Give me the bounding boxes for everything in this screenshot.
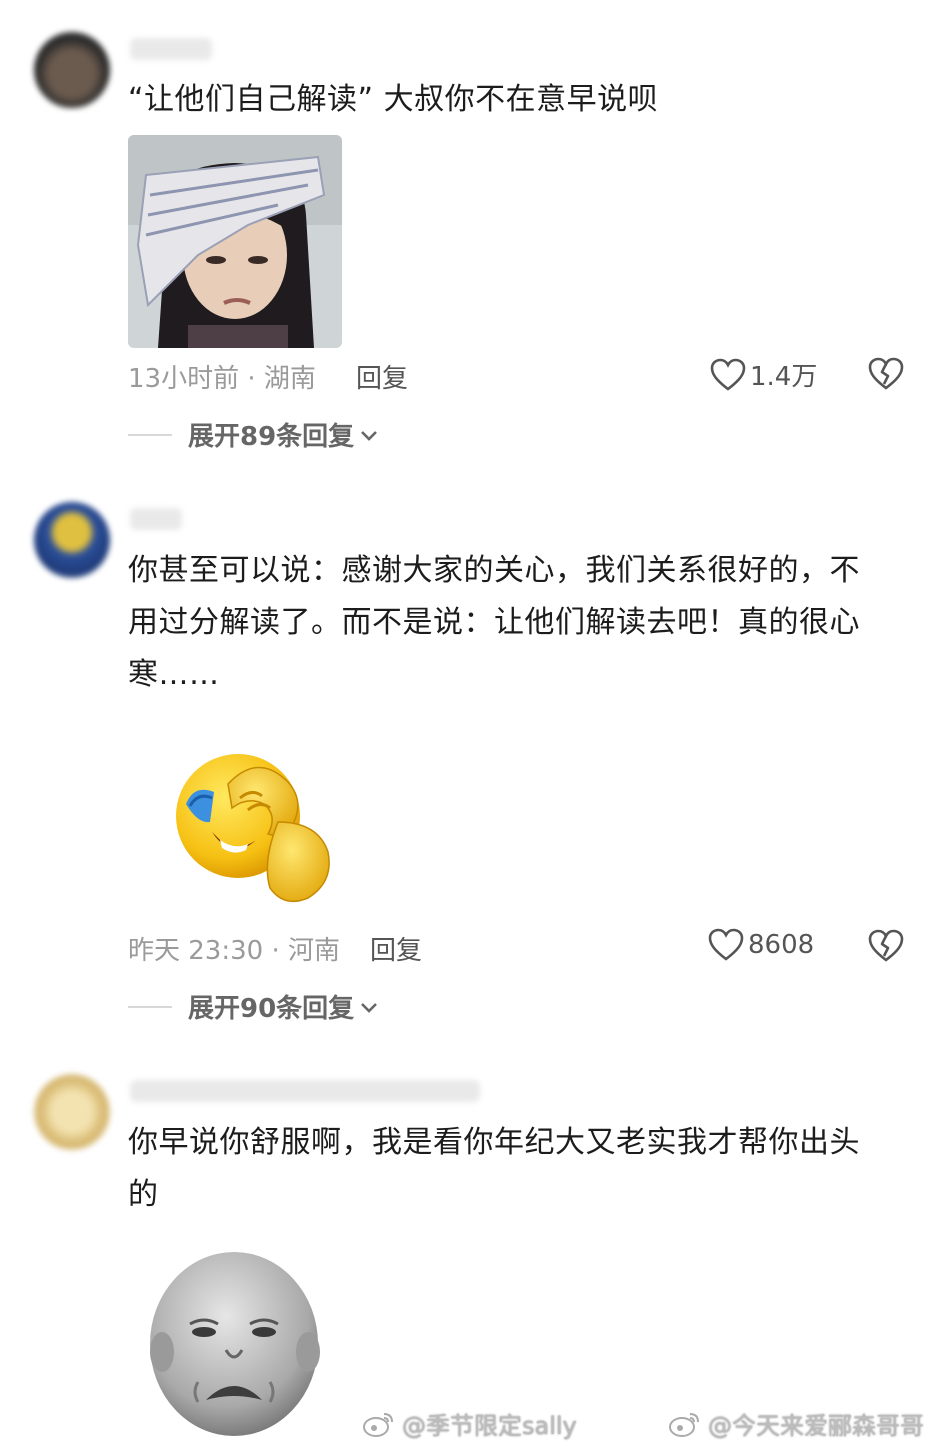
username[interactable] bbox=[130, 1080, 480, 1102]
reply-button[interactable]: 回复 bbox=[370, 930, 422, 967]
watermark-text: @季节限定sally bbox=[402, 1412, 577, 1440]
weibo-logo-icon bbox=[669, 1412, 699, 1437]
expand-replies-label: 展开90条回复 bbox=[188, 994, 355, 1024]
user-avatar[interactable] bbox=[34, 32, 110, 108]
comment-time-location: 13小时前 · 湖南 bbox=[128, 364, 316, 394]
expand-replies-button[interactable]: 展开90条回复 bbox=[128, 988, 380, 1025]
reply-button[interactable]: 回复 bbox=[356, 358, 408, 395]
watermark: @季节限定sally bbox=[362, 1406, 577, 1441]
dislike-button[interactable] bbox=[868, 357, 904, 395]
comment-text: “让他们自己解读” 大叔你不在意早说呗 bbox=[128, 82, 659, 117]
heart-outline-icon bbox=[710, 358, 746, 391]
watermark-text: @今天来爱郦森哥哥 bbox=[708, 1412, 924, 1440]
comment-sticker[interactable] bbox=[128, 1232, 342, 1448]
comment-text: 你甚至可以说：感谢大家的关心，我们关系很好的，不用过分解读了。而不是说：让他们解… bbox=[128, 553, 860, 692]
expand-replies-label: 展开89条回复 bbox=[188, 422, 355, 452]
user-avatar[interactable] bbox=[34, 502, 110, 578]
heart-outline-icon bbox=[708, 928, 744, 961]
username[interactable] bbox=[130, 38, 212, 60]
comment-image[interactable] bbox=[128, 135, 342, 348]
comment-time-location: 昨天 23:30 · 河南 bbox=[128, 936, 340, 966]
broken-heart-icon bbox=[868, 357, 904, 390]
expand-replies-button[interactable]: 展开89条回复 bbox=[128, 416, 380, 453]
broken-heart-icon bbox=[868, 929, 904, 962]
chevron-down-icon bbox=[361, 1002, 378, 1013]
like-button[interactable]: 8608 bbox=[708, 928, 814, 962]
like-count: 1.4万 bbox=[750, 362, 818, 392]
comment-text: 你早说你舒服啊，我是看你年纪大又老实我才帮你出头的 bbox=[128, 1125, 860, 1212]
comment-sticker[interactable] bbox=[128, 712, 350, 920]
like-button[interactable]: 1.4万 bbox=[710, 356, 817, 393]
username[interactable] bbox=[130, 508, 182, 530]
like-count: 8608 bbox=[748, 930, 815, 960]
dislike-button[interactable] bbox=[868, 929, 904, 967]
user-avatar[interactable] bbox=[34, 1074, 110, 1150]
watermark: @今天来爱郦森哥哥 bbox=[668, 1406, 924, 1441]
chevron-down-icon bbox=[361, 430, 378, 441]
divider bbox=[128, 433, 172, 436]
weibo-logo-icon bbox=[363, 1412, 393, 1437]
divider bbox=[128, 1005, 172, 1008]
